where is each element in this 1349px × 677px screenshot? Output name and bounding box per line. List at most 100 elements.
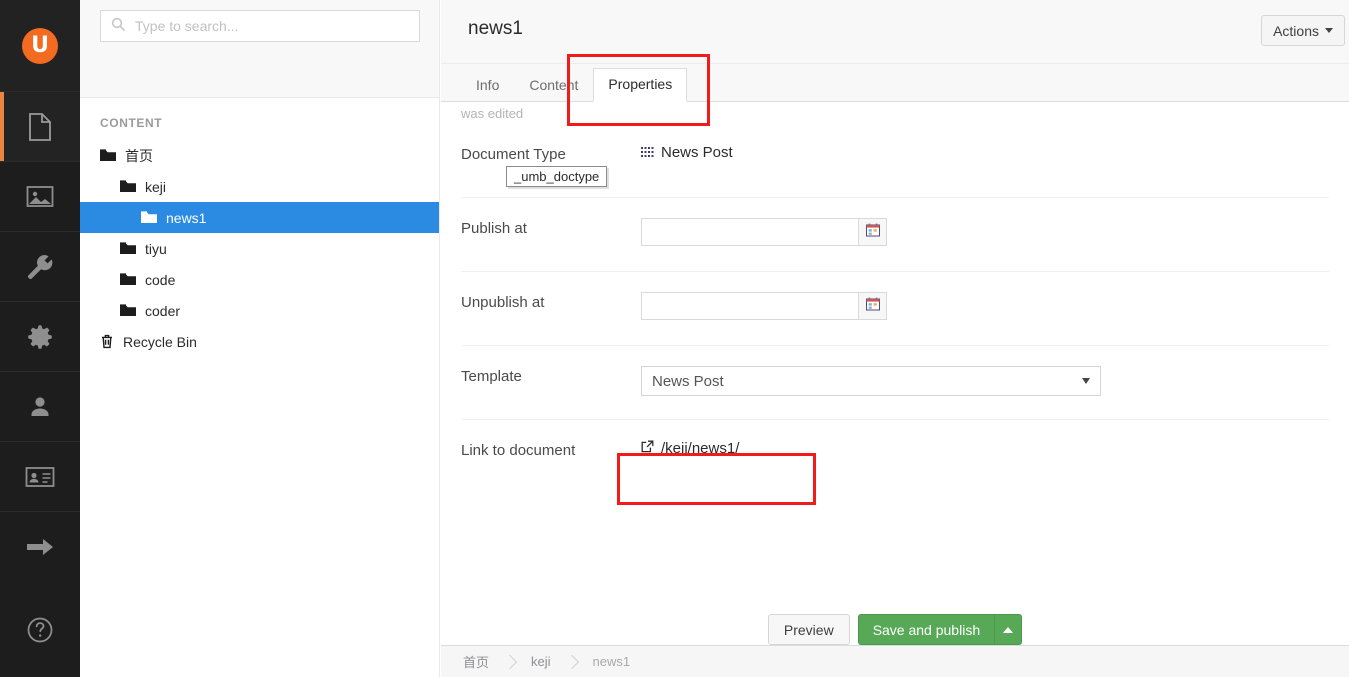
document-type-tooltip: _umb_doctype (506, 166, 608, 187)
tree-node-keji[interactable]: keji (80, 171, 439, 202)
breadcrumb-separator-icon (502, 654, 518, 669)
unpublish-at-input[interactable] (642, 293, 858, 319)
document-type-value: News Post (641, 144, 1329, 161)
folder-icon (120, 273, 136, 286)
publish-at-label: Publish at (461, 220, 527, 237)
tab-properties[interactable]: Properties (593, 67, 688, 102)
content-tree: 首页 keji news1 tiyu code coder Recycle Bin (80, 140, 439, 357)
tree-node-label: coder (145, 302, 181, 319)
link-to-document-label: Link to document (461, 442, 576, 459)
breadcrumb-item[interactable]: 首页 (463, 652, 489, 671)
tab-info[interactable]: Info (461, 69, 514, 102)
calendar-icon (865, 297, 880, 315)
save-and-publish-group: Save and publish (857, 614, 1023, 645)
save-and-publish-dropdown-toggle[interactable] (994, 614, 1023, 645)
chevron-down-icon (1325, 28, 1333, 33)
breadcrumb-item[interactable]: keji (531, 654, 551, 669)
search-area (80, 0, 439, 98)
question-circle-icon (26, 616, 54, 644)
folder-icon (100, 149, 116, 162)
property-row-publish-at: Publish at (461, 198, 1329, 272)
editor-footer-actions: Preview Save and publish (441, 614, 1349, 645)
rail-item-forms[interactable] (0, 511, 80, 581)
tree-node-label: Recycle Bin (123, 333, 197, 350)
rail-item-help[interactable] (0, 595, 80, 665)
gear-icon (26, 323, 54, 351)
rail-item-members[interactable] (0, 441, 80, 511)
tree-node-code[interactable]: code (80, 264, 439, 295)
editor-panel: Actions InfoContentProperties was edited… (441, 0, 1349, 677)
umbraco-backoffice: U Type to search... CONTENT 首页 keji news… (0, 0, 1349, 677)
editor-header: Actions (441, 0, 1349, 64)
editor-tabs: Info Content Properties (441, 64, 1349, 102)
property-row-template: Template News Post (461, 346, 1329, 420)
template-label: Template (461, 368, 522, 385)
actions-button-label: Actions (1273, 22, 1319, 39)
document-type-label: Document Type (461, 146, 566, 163)
rail-item-media[interactable] (0, 161, 80, 231)
id-card-icon (25, 466, 55, 488)
publish-at-input[interactable] (642, 219, 858, 245)
tree-node-label: 首页 (125, 148, 153, 165)
arrow-right-icon (25, 536, 55, 558)
properties-list: Document Type News Post _umb_doctype Pub… (441, 124, 1349, 494)
publish-at-field[interactable] (641, 218, 887, 246)
rail-item-developer[interactable] (0, 301, 80, 371)
chevron-down-icon (1082, 378, 1090, 384)
tree-node-label: news1 (166, 209, 207, 226)
preview-button[interactable]: Preview (767, 614, 850, 645)
user-icon (27, 394, 53, 420)
unpublish-at-field[interactable] (641, 292, 887, 320)
actions-button[interactable]: Actions (1261, 15, 1345, 46)
template-select[interactable]: News Post (641, 366, 1101, 396)
template-selected-value: News Post (652, 372, 724, 390)
tree-node-首页[interactable]: 首页 (80, 140, 439, 171)
folder-icon (141, 211, 157, 224)
breadcrumb-separator-icon (564, 654, 579, 669)
save-and-publish-label: Save and publish (872, 621, 981, 638)
property-row-link-to-document: Link to document /keji/news1/ (461, 420, 1329, 494)
tree-node-coder[interactable]: coder (80, 295, 439, 326)
property-row-unpublish-at: Unpublish at (461, 272, 1329, 346)
logo-mark: U (22, 27, 58, 64)
section-rail: U (0, 0, 80, 677)
search-input[interactable] (133, 17, 419, 35)
search-icon (111, 17, 125, 36)
chevron-up-icon (1003, 626, 1014, 633)
folder-icon (120, 304, 136, 317)
unpublish-at-label: Unpublish at (461, 294, 545, 311)
rail-item-settings[interactable] (0, 231, 80, 301)
document-type-name: News Post (661, 144, 733, 161)
property-row-document-type: Document Type News Post _umb_doctype (461, 124, 1329, 198)
tree-node-tiyu[interactable]: tiyu (80, 233, 439, 264)
preview-button-label: Preview (783, 621, 834, 638)
tree-node-label: keji (145, 178, 167, 195)
document-link[interactable]: /keji/news1/ (641, 440, 739, 457)
wrench-icon (26, 253, 54, 281)
tree-node-Recycle Bin[interactable]: Recycle Bin (80, 326, 439, 357)
save-and-publish-button[interactable]: Save and publish (857, 614, 995, 645)
tree-node-news1[interactable]: news1 (80, 202, 439, 233)
umbraco-logo[interactable]: U (0, 0, 80, 91)
folder-icon (120, 180, 136, 193)
tab-content[interactable]: Content (514, 69, 593, 102)
document-link-url: /keji/news1/ (661, 440, 740, 457)
folder-icon (120, 242, 136, 255)
external-link-icon (641, 440, 654, 457)
breadcrumb: 首页 keji news1 (441, 645, 1349, 677)
rail-item-users[interactable] (0, 371, 80, 441)
tree-node-label: tiyu (145, 240, 167, 257)
search-box[interactable] (100, 10, 420, 42)
edited-note: was edited (461, 106, 524, 121)
document-icon (27, 112, 53, 142)
rail-item-content[interactable] (0, 91, 80, 161)
node-title-input[interactable] (461, 12, 1031, 46)
grid-dots-icon (641, 147, 654, 158)
unpublish-at-calendar-button[interactable] (858, 293, 886, 319)
calendar-icon (865, 223, 880, 241)
tree-node-label: code (145, 271, 176, 288)
image-icon (26, 185, 54, 208)
publish-at-calendar-button[interactable] (858, 219, 886, 245)
trash-icon (100, 334, 114, 349)
breadcrumb-item: news1 (592, 654, 631, 669)
